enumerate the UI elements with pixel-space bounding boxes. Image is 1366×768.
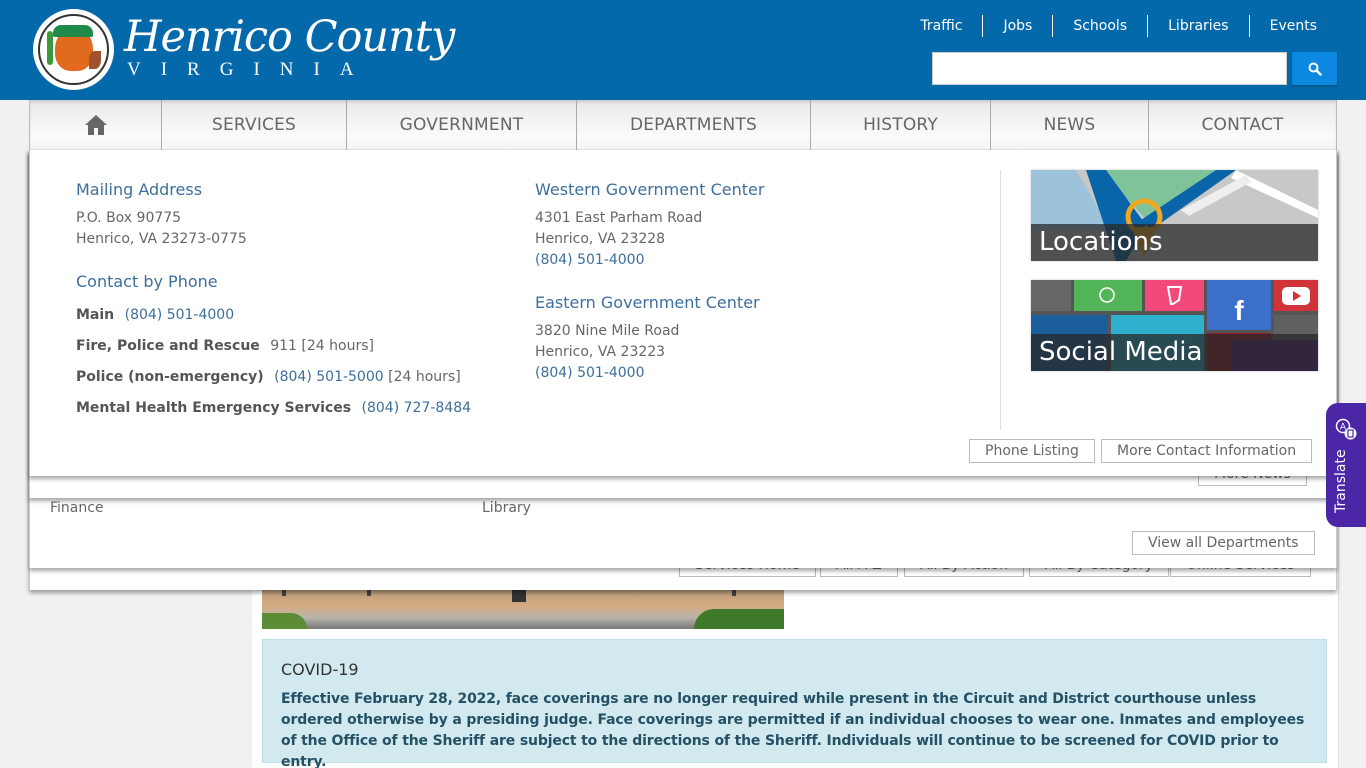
social-media-tile[interactable]: f Social Media (1031, 280, 1318, 371)
nav-news[interactable]: NEWS (991, 100, 1149, 150)
covid-alert: COVID-19 Effective February 28, 2022, fa… (262, 639, 1327, 768)
top-link-libraries[interactable]: Libraries (1147, 15, 1248, 37)
translate-label: Translate (1333, 449, 1349, 513)
photo-shrub (262, 613, 307, 629)
contact-phone-heading: Contact by Phone (76, 272, 218, 291)
seal-plant (47, 31, 53, 65)
site-title[interactable]: Henrico County (124, 14, 455, 60)
phone-link[interactable]: (804) 727-8484 (362, 400, 472, 416)
nav-departments[interactable]: DEPARTMENTS (577, 100, 811, 150)
western-phone-link[interactable]: (804) 501-4000 (535, 250, 764, 271)
phone-row-emergency: Fire, Police and Rescue 911 [24 hours] (76, 336, 471, 357)
alert-title: COVID-19 (281, 660, 359, 679)
phone-note: [24 hours] (301, 338, 374, 354)
phone-row-mental-health: Mental Health Emergency Services (804) 7… (76, 398, 471, 419)
top-link-events[interactable]: Events (1248, 15, 1317, 37)
utility-links: Traffic Jobs Schools Libraries Events (900, 15, 1317, 37)
phone-note: [24 hours] (388, 369, 461, 385)
phone-row-police: Police (non-emergency) (804) 501-5000 [2… (76, 367, 471, 388)
search-input[interactable] (932, 52, 1287, 85)
column-divider (1000, 170, 1001, 430)
western-line-1: 4301 East Parham Road (535, 210, 703, 226)
contact-column-left: Mailing Address P.O. Box 90775 Henrico, … (76, 180, 471, 419)
more-contact-info-button[interactable]: More Contact Information (1101, 439, 1313, 463)
eastern-line-1: 3820 Nine Mile Road (535, 323, 680, 339)
site-subtitle: VIRGINIA (127, 59, 374, 80)
locations-tile[interactable]: Locations (1031, 170, 1318, 261)
nav-government[interactable]: GOVERNMENT (347, 100, 577, 150)
nav-history[interactable]: HISTORY (811, 100, 991, 150)
search-icon (1308, 62, 1322, 76)
phone-row-main: Main (804) 501-4000 (76, 305, 471, 326)
contact-dropdown: Mailing Address P.O. Box 90775 Henrico, … (29, 150, 1337, 476)
phone-listing-button[interactable]: Phone Listing (969, 439, 1095, 463)
search-button[interactable] (1292, 52, 1337, 85)
phone-link[interactable]: (804) 501-4000 (125, 307, 235, 323)
eastern-phone-link[interactable]: (804) 501-4000 (535, 363, 764, 384)
county-seal-logo[interactable] (33, 9, 114, 90)
contact-column-middle: Western Government Center 4301 East Parh… (535, 180, 764, 384)
home-icon (84, 115, 107, 135)
eastern-center-heading: Eastern Government Center (535, 293, 760, 312)
social-media-tile-label: Social Media (1031, 334, 1318, 371)
phone-value: 911 (270, 338, 297, 354)
mailing-line-2: Henrico, VA 23273-0775 (76, 231, 247, 247)
main-nav: SERVICES GOVERNMENT DEPARTMENTS HISTORY … (29, 100, 1337, 150)
site-header: Henrico County VIRGINIA Traffic Jobs Sch… (0, 0, 1366, 100)
nav-services[interactable]: SERVICES (162, 100, 347, 150)
top-link-jobs[interactable]: Jobs (982, 15, 1052, 37)
svg-text:f: f (1234, 295, 1244, 326)
photo-shrub (694, 609, 784, 629)
phone-label: Mental Health Emergency Services (76, 400, 352, 416)
seal-leaf (89, 51, 101, 69)
phone-label: Fire, Police and Rescue (76, 338, 260, 354)
western-line-2: Henrico, VA 23228 (535, 231, 666, 247)
western-center-heading: Western Government Center (535, 180, 765, 199)
view-all-departments-button[interactable]: View all Departments (1132, 531, 1315, 555)
phone-label: Police (non-emergency) (76, 369, 264, 385)
top-link-schools[interactable]: Schools (1052, 15, 1147, 37)
alert-body: Effective February 28, 2022, face coveri… (281, 691, 1305, 768)
phone-label: Main (76, 307, 115, 323)
dept-link-finance[interactable]: Finance (50, 500, 104, 516)
translate-icon: A (1335, 418, 1357, 440)
nav-contact[interactable]: CONTACT (1149, 100, 1336, 150)
seal-headband (53, 25, 93, 37)
photo-sign (512, 590, 526, 602)
translate-button[interactable]: A Translate (1326, 403, 1366, 527)
nav-home[interactable] (30, 100, 162, 150)
eastern-line-2: Henrico, VA 23223 (535, 344, 666, 360)
mailing-address-heading: Mailing Address (76, 180, 203, 199)
locations-tile-label: Locations (1031, 224, 1318, 261)
dept-link-library[interactable]: Library (482, 500, 531, 516)
top-link-traffic[interactable]: Traffic (900, 15, 982, 37)
phone-link[interactable]: (804) 501-5000 (274, 369, 384, 385)
mailing-line-1: P.O. Box 90775 (76, 210, 182, 226)
